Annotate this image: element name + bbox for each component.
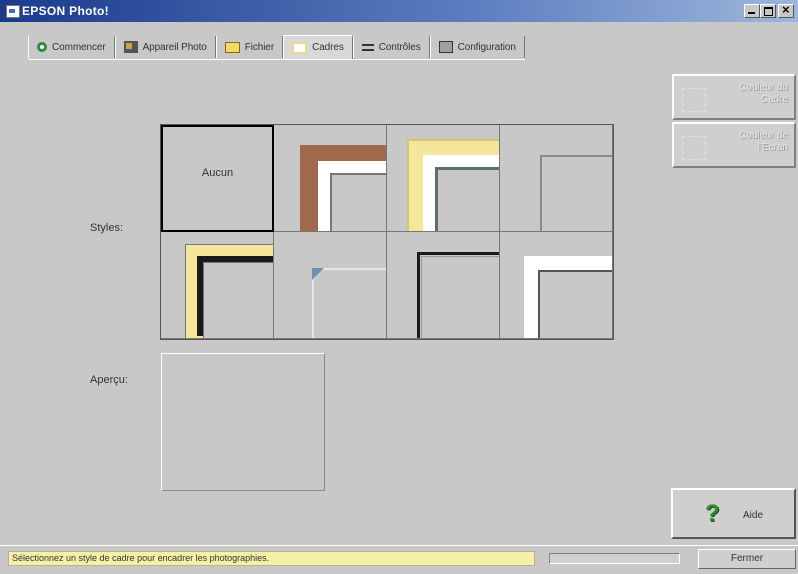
help-button[interactable]: ? Aide — [671, 488, 796, 539]
maximize-button[interactable] — [760, 4, 776, 18]
tab-label: Commencer — [52, 41, 106, 53]
status-bar: Sélectionnez un style de cadre pour enca… — [0, 545, 798, 574]
frame-icon — [292, 41, 308, 54]
frame-style-yellow-bevel[interactable] — [387, 125, 500, 232]
preview-label: Aperçu: — [90, 374, 128, 386]
tab-cadres[interactable]: Cadres — [283, 35, 353, 59]
help-label: Aide — [743, 510, 764, 521]
app-icon — [6, 5, 20, 18]
frame-style-black-line[interactable] — [387, 232, 500, 339]
frame-style-brown-white[interactable] — [274, 125, 387, 232]
minimize-button[interactable] — [744, 4, 760, 18]
question-mark-icon: ? — [705, 500, 720, 527]
start-icon — [37, 42, 47, 52]
tab-appareil-photo[interactable]: Appareil Photo — [114, 36, 216, 58]
camera-icon — [123, 41, 138, 53]
frame-color-button[interactable]: Couleur du Cadre — [672, 74, 796, 120]
styles-label: Styles: — [90, 222, 124, 234]
close-button[interactable]: Fermer — [698, 549, 796, 569]
close-window-button[interactable] — [778, 2, 794, 18]
window-title: EPSON Photo! — [22, 4, 109, 18]
palette-icon — [682, 88, 706, 112]
tab-fichier[interactable]: Fichier — [215, 36, 284, 58]
tab-configuration[interactable]: Configuration — [429, 36, 525, 58]
background-color-label: Couleur de l'Écran — [739, 130, 788, 153]
background-color-button[interactable]: Couleur de l'Écran — [672, 122, 796, 168]
config-icon — [438, 41, 453, 53]
frame-style-blue-corner[interactable] — [274, 232, 387, 339]
none-label: Aucun — [201, 167, 234, 179]
tab-controles[interactable]: Contrôles — [352, 36, 430, 58]
frame-style-none[interactable]: Aucun — [161, 125, 274, 232]
tab-bar: Commencer Appareil Photo Fichier Cadres … — [28, 35, 525, 60]
title-bar: EPSON Photo! — [0, 0, 798, 22]
status-message: Sélectionnez un style de cadre pour enca… — [8, 551, 535, 566]
frame-style-white-border[interactable] — [500, 232, 613, 339]
preview-area — [161, 353, 325, 491]
progress-bar — [549, 553, 680, 564]
tab-label: Appareil Photo — [142, 41, 207, 53]
tab-label: Fichier — [244, 41, 275, 53]
frame-color-label: Couleur du Cadre — [739, 82, 788, 105]
tab-label: Contrôles — [378, 41, 421, 53]
frame-style-grid: Aucun — [160, 124, 614, 340]
frame-style-yellow-black[interactable] — [161, 232, 274, 339]
tab-commencer[interactable]: Commencer — [28, 36, 115, 58]
tab-label: Cadres — [312, 42, 344, 53]
palette-icon — [682, 136, 706, 160]
controls-icon — [361, 41, 374, 53]
frame-style-gray-thin[interactable] — [500, 125, 613, 232]
tab-label: Configuration — [457, 41, 516, 53]
folder-icon — [224, 41, 240, 53]
